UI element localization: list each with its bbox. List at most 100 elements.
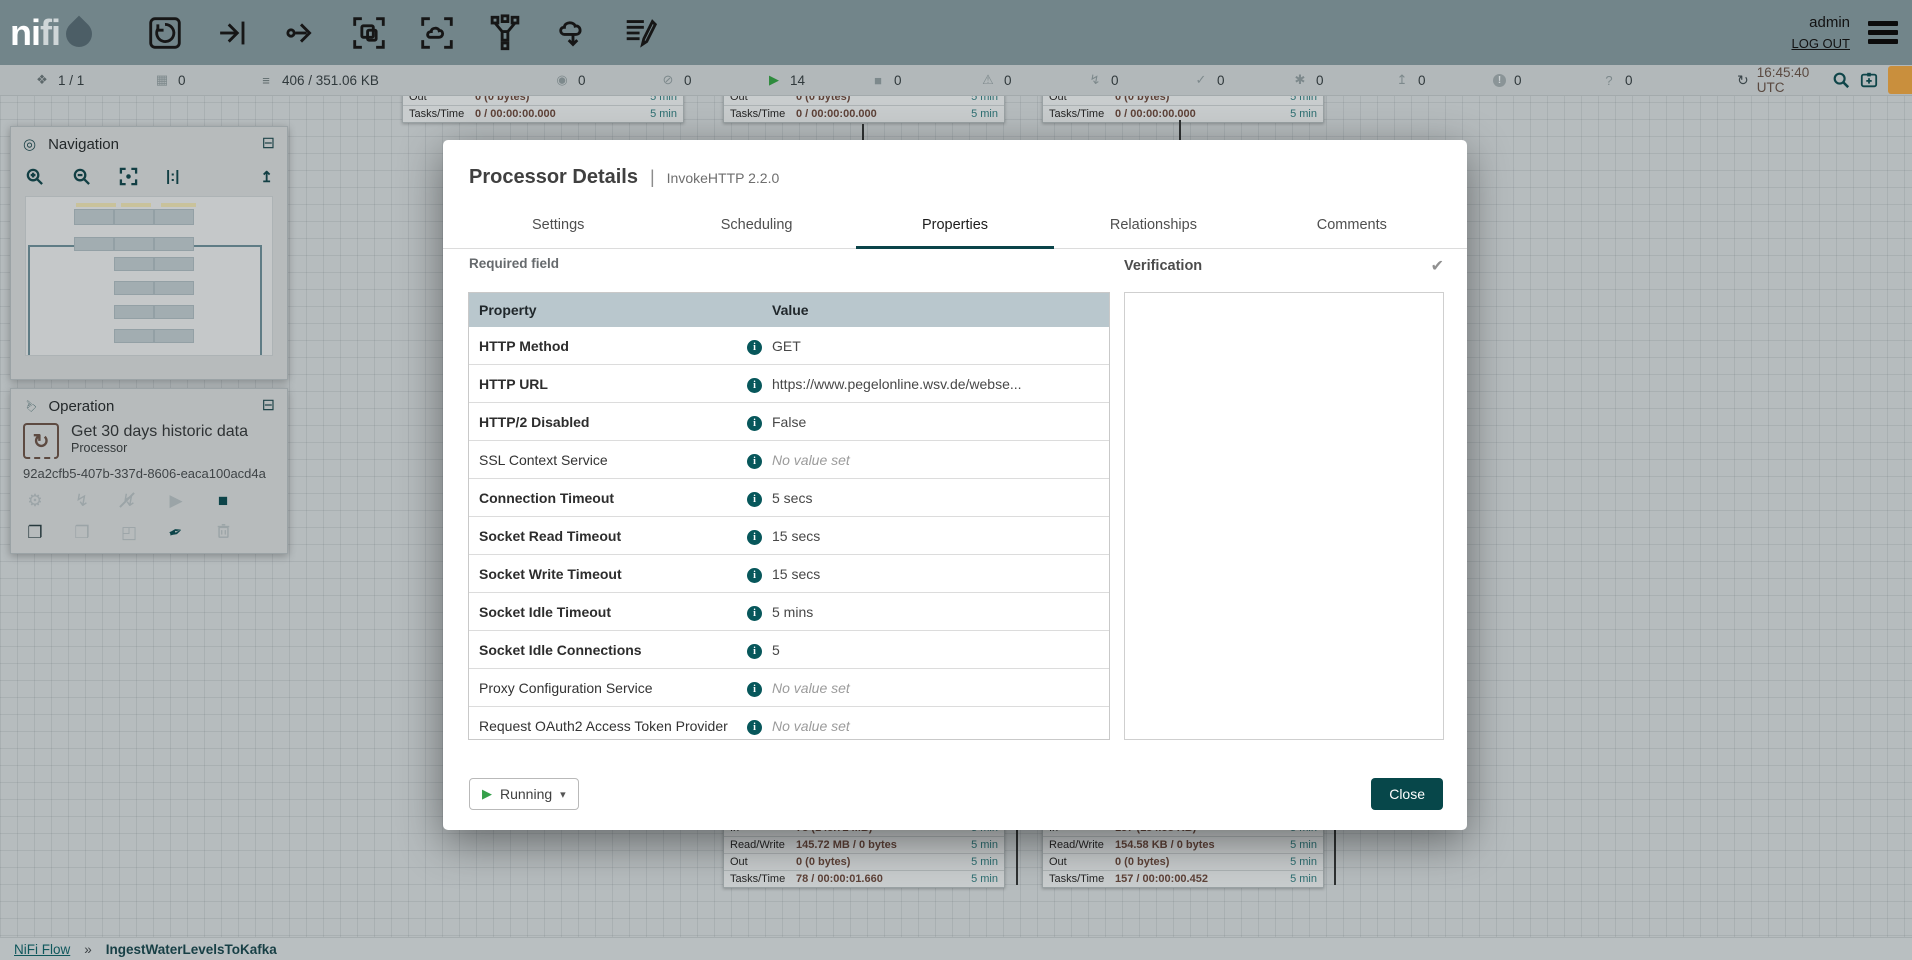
status-transmitting-remote-groups-count: 0 [578,73,586,88]
processor-type-icon: ↻ [23,423,59,459]
tab-scheduling[interactable]: Scheduling [657,205,855,249]
info-icon[interactable]: i [747,720,762,735]
info-icon[interactable]: i [747,644,762,659]
info-icon[interactable]: i [747,340,762,355]
stat-label: Tasks/Time [1049,873,1115,885]
stat-value: 78 / 00:00:01.660 [796,873,962,885]
flow-capture-icon[interactable] [1860,71,1878,89]
template-icon[interactable] [552,12,594,54]
property-value: False [772,414,1109,430]
property-row[interactable]: HTTP/2 DisablediFalse [469,403,1109,441]
collapse-operation-icon[interactable]: ⊟ [262,398,275,414]
start-icon[interactable]: ▶ [166,491,186,511]
property-row[interactable]: Socket Idle Connectionsi5 [469,631,1109,669]
run-state-menu-button[interactable]: ▶ Running ▾ [469,778,579,810]
info-icon[interactable]: i [747,416,762,431]
breadcrumb-root-link[interactable]: NiFi Flow [14,942,70,957]
property-row[interactable]: Request OAuth2 Access Token ProvideriNo … [469,707,1109,740]
stat-value: 0 / 00:00:00.000 [475,108,641,120]
status-invalid-components-count: 0 [1004,73,1012,88]
zoom-fit-icon[interactable] [119,167,138,186]
status-queued: ≡406 / 351.06 KB [258,73,554,88]
stat-value: 0 (0 bytes) [1115,856,1281,868]
property-row[interactable]: Socket Read Timeouti15 secs [469,517,1109,555]
stat-label: Out [730,856,796,868]
top-toolbar: nifi admin LOG OUT [0,0,1912,65]
delete-icon[interactable] [213,523,233,544]
tab-comments[interactable]: Comments [1253,205,1451,249]
stat-period: 5 min [1281,873,1317,885]
zoom-in-icon[interactable] [25,167,44,186]
info-icon[interactable]: i [747,682,762,697]
info-icon[interactable]: i [747,568,762,583]
property-row[interactable]: Socket Write Timeouti15 secs [469,555,1109,593]
status-queued-icon: ≡ [258,73,274,88]
property-row[interactable]: HTTP URLihttps://www.pegelonline.wsv.de/… [469,365,1109,403]
stat-row: Tasks/Time0 / 00:00:00.0005 min [1043,106,1323,122]
property-row[interactable]: Connection Timeouti5 secs [469,479,1109,517]
selected-component-name: Get 30 days historic data [71,423,248,441]
properties-table: Property Value HTTP MethodiGETHTTP URLih… [468,292,1110,740]
property-value: 15 secs [772,566,1109,582]
collapse-navigation-icon[interactable]: ⊟ [262,136,275,152]
stat-period: 5 min [962,839,998,851]
close-button[interactable]: Close [1371,778,1443,810]
zoom-out-icon[interactable] [72,167,91,186]
property-row[interactable]: SSL Context ServiceiNo value set [469,441,1109,479]
info-icon[interactable]: i [747,492,762,507]
right-drawer-handle[interactable] [1888,66,1912,94]
property-row[interactable]: Socket Idle Timeouti5 mins [469,593,1109,631]
chevron-down-icon: ▾ [560,788,566,801]
property-value: No value set [772,680,1109,696]
process-group-icon[interactable] [348,12,390,54]
info-icon[interactable]: i [747,606,762,621]
info-icon[interactable]: i [747,454,762,469]
logout-link[interactable]: LOG OUT [1791,34,1850,54]
tab-properties[interactable]: Properties [856,205,1054,249]
running-state-icon: ▶ [482,786,492,802]
stat-row: Tasks/Time78 / 00:00:01.6605 min [724,871,1004,887]
property-name: Request OAuth2 Access Token Provider [479,718,747,734]
stop-icon[interactable]: ■ [213,491,233,511]
property-name: Proxy Configuration Service [479,680,747,696]
status-invalid-components-icon: ⚠ [980,72,996,88]
output-port-icon[interactable] [280,12,322,54]
leave-group-icon[interactable]: ↥ [260,168,273,186]
stat-period: 5 min [962,108,998,120]
change-color-icon[interactable]: ✒ [163,520,189,547]
info-cell: i [747,641,772,659]
configure-icon[interactable]: ⚙ [25,491,45,511]
info-icon[interactable]: i [747,378,762,393]
zoom-actual-icon[interactable]: |:| [166,168,179,185]
birdseye-minimap[interactable] [25,196,273,356]
logo-text-ni: ni [10,12,40,54]
group-selection-icon[interactable]: ◰ [119,523,139,544]
remote-process-group-icon[interactable] [416,12,458,54]
processor-icon[interactable] [144,12,186,54]
search-icon[interactable] [1832,71,1850,89]
info-cell: i [747,375,772,393]
minimap-component [114,257,154,271]
tab-settings[interactable]: Settings [459,205,657,249]
verify-properties-icon[interactable]: ✔ [1431,256,1444,276]
enable-icon[interactable]: ↯ [72,491,92,511]
label-icon[interactable] [620,12,662,54]
paste-icon[interactable]: ❒ [72,523,92,544]
stat-row: Read/Write145.72 MB / 0 bytes5 min [724,837,1004,854]
input-port-icon[interactable] [212,12,254,54]
property-row[interactable]: Proxy Configuration Servicei No value set [469,669,1109,707]
info-cell: i [747,603,772,621]
status-up-to-date-versioned-icon: ✓ [1193,72,1209,88]
status-disabled-components-count: 0 [1111,73,1119,88]
status-bar: ❖1 / 1▦0≡406 / 351.06 KB◉0⊘0▶14■0⚠0↯0✓0✱… [0,65,1912,96]
global-menu-icon[interactable] [1864,17,1902,48]
copy-icon[interactable]: ❐ [25,523,45,544]
disable-icon[interactable]: ↯ [119,491,139,511]
info-cell: i [747,679,772,697]
properties-table-header: Property Value [469,293,1109,327]
property-row[interactable]: HTTP MethodiGET [469,327,1109,365]
tab-relationships[interactable]: Relationships [1054,205,1252,249]
info-icon[interactable]: i [747,530,762,545]
refresh-icon[interactable]: ↻ [1737,72,1749,89]
funnel-icon[interactable] [484,12,526,54]
